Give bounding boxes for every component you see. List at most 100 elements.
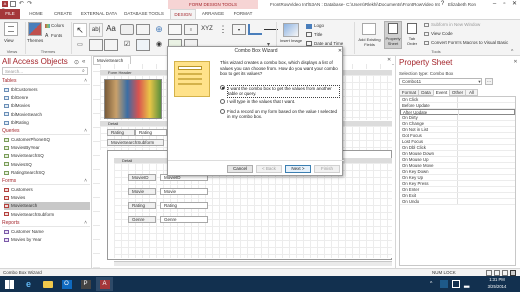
nav-item-moviessq[interactable]: MoviesSQ [4,161,90,169]
subform-genre-label[interactable]: Genre [128,216,156,223]
add-existing-fields-icon[interactable] [362,23,376,35]
combo-box-control-icon[interactable]: ▾ [232,24,246,35]
nav-item-customerphonesq[interactable]: CustomerPhoneSQ [4,136,90,144]
property-row-on-mouse-down[interactable]: On Mouse Down [400,151,515,157]
nav-item-customer-name[interactable]: Customer Name [4,228,90,236]
document-tab-moviesearch[interactable]: MovieSearch [93,56,131,64]
option-button-control-icon[interactable]: ◉ [152,39,166,51]
subform-new-window-button[interactable]: Subform in New Window [431,22,480,27]
themes-button[interactable]: Themes [27,38,43,43]
rectangle-control-icon[interactable] [104,39,118,51]
tab-database-tools[interactable]: DATABASE TOOLS [122,9,166,19]
undo-icon[interactable]: ↶ [19,1,25,7]
property-value-cell[interactable] [457,175,458,180]
property-row-on-mouse-move[interactable]: On Mouse Move [400,163,515,169]
explorer-icon[interactable] [39,277,56,291]
property-row-on-click[interactable]: On Click [400,97,515,103]
property-sheet-close-icon[interactable]: ✕ [512,59,519,66]
property-value-cell[interactable] [457,103,458,108]
nav-item-moviesbyyear[interactable]: MoviesByYear [4,144,90,152]
radio-find-record[interactable] [220,109,225,114]
option-type-values[interactable]: I will type in the values that I want. [220,99,340,106]
nav-group-reports[interactable]: Reports ˄ [2,220,90,227]
property-value-cell[interactable] [457,121,458,126]
tray-app-icon[interactable] [440,280,448,288]
chevron-down-icon[interactable]: ▼ [477,79,482,84]
tab-external-data[interactable]: EXTERNAL DATA [78,9,120,19]
property-row-got-focus[interactable]: Got Focus [400,133,515,139]
navigation-control-icon[interactable]: ≡ [184,24,198,35]
property-value-cell[interactable] [457,97,458,102]
property-row-on-change[interactable]: On Change [400,121,515,127]
collapse-ribbon-icon[interactable]: ^ [511,50,517,55]
tab-file[interactable]: FILE [0,9,20,19]
nav-group-forms[interactable]: Forms ˄ [2,178,90,185]
property-row-before-update[interactable]: Before Update [400,103,515,109]
option-group-icon[interactable]: XYZ [200,23,214,37]
option-find-record[interactable]: Find a record on my form based on the va… [220,109,340,121]
property-value-cell[interactable] [457,127,458,132]
property-row-lost-focus[interactable]: Lost Focus [400,139,515,145]
chevron-up-icon[interactable]: ˄ [84,78,87,85]
view-button[interactable]: View [4,38,14,43]
web-browser-control-icon[interactable] [168,24,182,35]
powerpoint-icon[interactable]: P [77,277,94,291]
property-builder-icon[interactable]: ⋯ [485,78,493,85]
ps-tab-other[interactable]: Other [449,89,466,96]
close-icon[interactable]: ✕ [510,0,519,9]
nav-item-movies[interactable]: Movies [4,194,90,202]
access-icon[interactable]: A [96,277,113,291]
nav-item-moviesearchsubform[interactable]: MovieSearchSubform [4,211,90,219]
logo-button[interactable]: Logo [314,23,324,28]
themes-icon[interactable] [28,22,42,36]
nav-item-tblmoviesearch[interactable]: tblMovieSearch [4,111,90,119]
property-row-on-dbl-click[interactable]: On Dbl Click [400,145,515,151]
property-value-cell[interactable] [457,181,458,186]
property-value-cell[interactable] [457,151,458,156]
nav-pane-title[interactable]: All Access Objects [2,57,68,66]
property-row-on-mouse-up[interactable]: On Mouse Up [400,157,515,163]
tray-up-icon[interactable]: ^ [430,281,436,287]
property-value-cell[interactable] [457,133,458,138]
rating-field[interactable]: Rating [135,129,167,136]
user-name[interactable]: Elizabeth Ron [448,0,488,9]
restore-icon[interactable]: ▫ [500,0,509,9]
insert-image-icon[interactable] [283,23,299,37]
subform-label[interactable]: MovieSearchSubform [107,139,164,146]
ps-tab-format[interactable]: Format [399,89,419,96]
view-icon[interactable] [4,22,18,36]
save-icon[interactable] [10,1,17,7]
ie-icon[interactable]: e [20,277,37,291]
text-box-control-icon[interactable]: ab| [89,23,103,37]
dialog-close-icon[interactable]: ✕ [336,47,344,55]
tab-home[interactable]: HOME [24,9,48,19]
nav-item-moviesearch[interactable]: MovieSearch [4,202,90,210]
unbound-object-frame-icon[interactable] [136,39,150,51]
view-code-button[interactable]: View Code [431,31,453,36]
nav-item-tblrating[interactable]: tblRating [4,119,90,127]
property-value-cell[interactable] [457,187,458,192]
redo-icon[interactable]: ↷ [27,1,33,7]
nav-item-customers[interactable]: Customers [4,186,90,194]
subform-rating-field[interactable]: Rating [160,202,208,209]
chevron-up-icon[interactable]: ˄ [84,220,87,227]
cancel-button[interactable]: Cancel [227,165,253,173]
select-pointer-icon[interactable]: ↖ [73,23,87,37]
canvas-horizontal-scrollbar[interactable] [114,261,392,266]
nav-item-tblgenre[interactable]: tblGenre [4,94,90,102]
tray-monitor-icon[interactable] [452,280,460,288]
property-row-on-not-in-list[interactable]: On Not in List [400,127,515,133]
chevron-up-icon[interactable]: ˄ [84,178,87,185]
outlook-icon[interactable]: O [58,277,75,291]
tab-arrange[interactable]: ARRANGE [198,9,228,19]
toggle-button-icon[interactable]: ▭ [73,39,87,51]
colors-button[interactable]: Colors [51,23,64,28]
radio-type-values[interactable] [220,99,225,104]
property-row-on-dirty[interactable]: On Dirty [400,115,515,121]
nav-search-box[interactable]: Search... ⌕ [2,67,88,75]
page-break-icon[interactable]: ⋮ [216,24,230,35]
property-row-on-enter[interactable]: On Enter [400,187,515,193]
nav-item-movies-by-year[interactable]: Movies by Year [4,236,90,244]
back-button[interactable]: < Back [256,165,282,173]
subform-rating-label[interactable]: Rating [128,202,156,209]
